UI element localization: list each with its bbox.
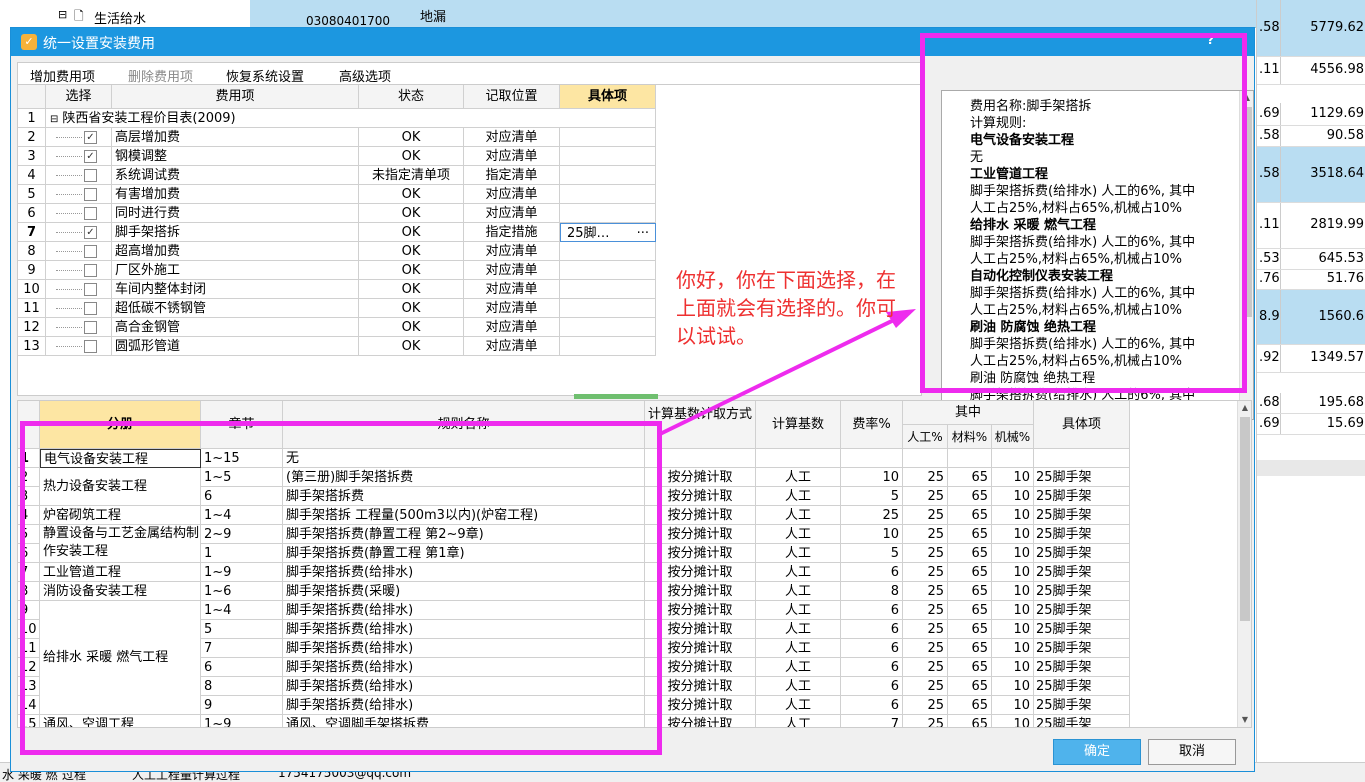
annotation-arrow (659, 309, 916, 436)
annotation-note: 你好，你在下面选择，在上面就会有选择的。你可以试试。 (676, 268, 896, 348)
